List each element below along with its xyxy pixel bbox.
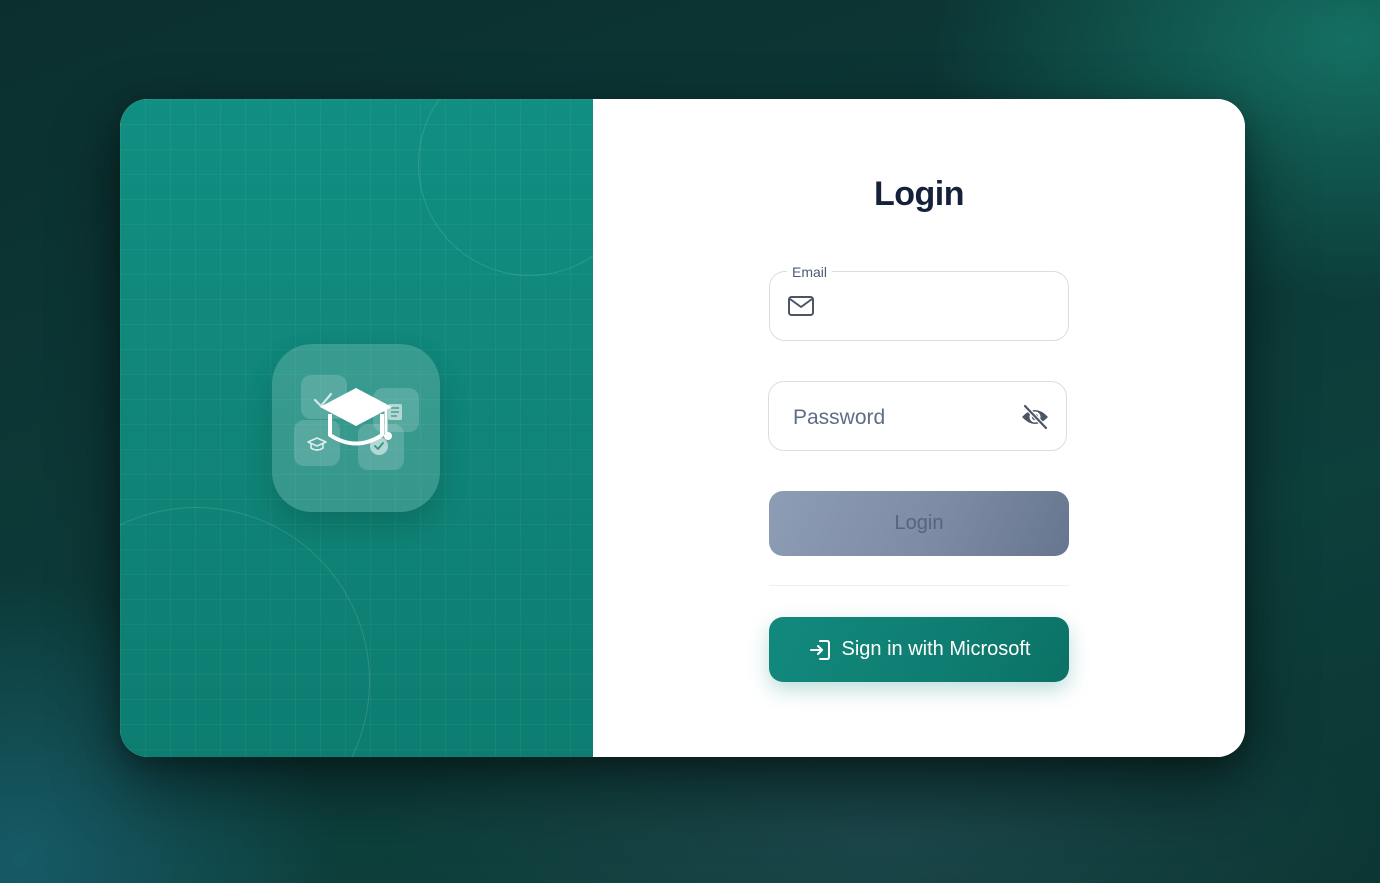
email-label: Email — [787, 263, 833, 281]
login-card: Login Email Login Sign in with Microsoft — [120, 99, 1245, 757]
email-input[interactable] — [826, 294, 1055, 322]
password-input[interactable] — [791, 402, 1010, 434]
eye-off-icon[interactable] — [1020, 403, 1050, 431]
app-logo-tile — [272, 344, 440, 512]
brand-panel — [120, 99, 593, 757]
sign-in-icon — [808, 639, 832, 661]
sign-in-with-microsoft-button[interactable]: Sign in with Microsoft — [769, 617, 1069, 682]
microsoft-button-label: Sign in with Microsoft — [841, 638, 1031, 660]
page-title: Login — [873, 175, 965, 213]
email-field[interactable]: Email — [769, 263, 1069, 341]
graduation-cap-icon — [294, 375, 419, 470]
login-button[interactable]: Login — [769, 491, 1069, 556]
login-button-label: Login — [894, 512, 944, 534]
divider — [769, 585, 1069, 586]
mail-icon — [787, 293, 815, 319]
login-form-panel: Login Email Login Sign in with Microsoft — [593, 99, 1245, 757]
password-field[interactable] — [768, 381, 1067, 451]
